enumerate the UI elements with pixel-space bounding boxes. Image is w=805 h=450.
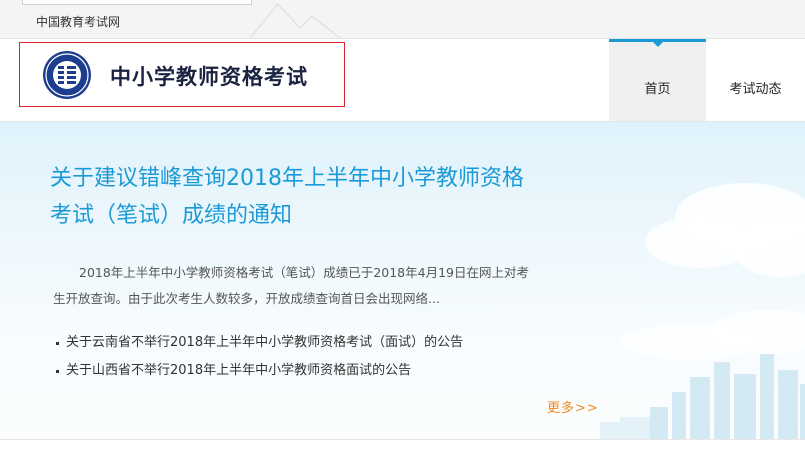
bullet-icon [56,370,59,373]
headline-summary: 2018年上半年中小学教师资格考试（笔试）成绩已于2018年4月19日在网上对考… [53,260,603,312]
news-item-title: 关于云南省不举行2018年上半年中小学教师资格考试（面试）的公告 [66,335,464,350]
nav-label-exam-news: 考试动态 [729,82,782,97]
nav-item-home[interactable]: 首页 [609,39,706,121]
summary-line-2: 生开放查询。由于此次考生人数较多，开放成绩查询首日会出现网络... [53,291,440,306]
news-item[interactable]: 关于山西省不举行2018年上半年中小学教师资格面试的公告 [52,361,463,389]
headline-link[interactable]: 关于建议错峰查询2018年上半年中小学教师资格 考试（笔试）成绩的通知 [50,160,590,234]
more-link[interactable]: 更多>> [547,397,599,416]
nav-label-home: 首页 [644,82,671,97]
bullet-icon [56,342,59,345]
headline-line-1: 关于建议错峰查询2018年上半年中小学教师资格 [50,166,524,191]
top-bar: 中国教育考试网 [0,0,805,39]
content-divider [0,439,805,450]
site-title: 中小学教师资格考试 [110,65,308,89]
summary-line-1: 2018年上半年中小学教师资格考试（笔试）成绩已于2018年4月19日在网上对考 [79,265,529,280]
news-item-title: 关于山西省不举行2018年上半年中小学教师资格面试的公告 [66,363,412,378]
mountain-deco-icon [250,2,340,38]
news-item[interactable]: 关于云南省不举行2018年上半年中小学教师资格考试（面试）的公告 [52,333,463,361]
teacher-certificate-emblem-icon [43,51,91,99]
headline-line-2: 考试（笔试）成绩的通知 [50,203,293,228]
top-search-field-edge[interactable] [22,0,252,5]
site-home-link[interactable]: 中国教育考试网 [36,13,120,30]
site-header: 中小学教师资格考试 首页 考试动态 [0,39,805,122]
news-banner: 关于建议错峰查询2018年上半年中小学教师资格 考试（笔试）成绩的通知 2018… [0,122,805,439]
nav-item-exam-news[interactable]: 考试动态 [706,39,805,121]
site-logo-link[interactable]: 中小学教师资格考试 [19,42,345,107]
news-list: 关于云南省不举行2018年上半年中小学教师资格考试（面试）的公告 关于山西省不举… [52,333,463,389]
active-caret-icon [652,41,664,47]
